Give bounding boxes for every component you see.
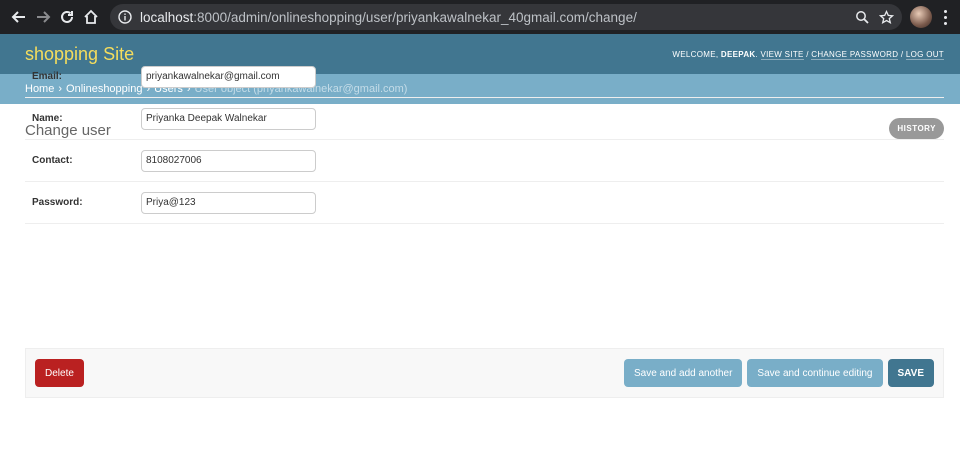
reload-icon[interactable] xyxy=(56,6,78,28)
save-button[interactable]: SAVE xyxy=(887,359,934,387)
info-icon[interactable] xyxy=(118,10,132,24)
form-row-contact: Contact: 8108027006 xyxy=(25,140,944,182)
password-field[interactable]: Priya@123 xyxy=(141,191,316,214)
profile-avatar[interactable] xyxy=(910,6,932,28)
contact-field[interactable]: 8108027006 xyxy=(141,149,316,172)
star-icon[interactable] xyxy=(879,9,894,25)
address-bar[interactable]: localhost:8000/admin/onlineshopping/user… xyxy=(110,4,902,30)
contact-label: Contact: xyxy=(32,155,73,166)
email-label: Email: xyxy=(32,71,63,82)
form-row-email: Email: priyankawalnekar@gmail.com xyxy=(25,56,944,98)
save-and-add-another-button[interactable]: Save and add another xyxy=(623,359,743,387)
form-row-password: Password: Priya@123 xyxy=(25,182,944,224)
form-row-name: Name: Priyanka Deepak Walnekar xyxy=(25,98,944,140)
name-field[interactable]: Priyanka Deepak Walnekar xyxy=(141,107,316,130)
url-path: :8000/admin/onlineshopping/user/priyanka… xyxy=(193,9,637,25)
url-host: localhost xyxy=(140,9,194,25)
forward-icon[interactable] xyxy=(32,6,54,28)
email-field[interactable]: priyankawalnekar@gmail.com xyxy=(141,65,316,88)
save-buttons: Save and add another Save and continue e… xyxy=(623,359,934,387)
password-label: Password: xyxy=(32,197,83,208)
menu-icon[interactable] xyxy=(938,6,952,28)
delete-button[interactable]: Delete xyxy=(35,359,84,387)
back-icon[interactable] xyxy=(8,6,30,28)
url-text[interactable]: localhost:8000/admin/onlineshopping/user… xyxy=(140,10,855,25)
change-form: Email: priyankawalnekar@gmail.com Name: … xyxy=(25,56,944,224)
browser-toolbar: localhost:8000/admin/onlineshopping/user… xyxy=(0,0,960,34)
zoom-icon[interactable] xyxy=(855,10,869,24)
name-label: Name: xyxy=(32,113,63,124)
save-and-continue-button[interactable]: Save and continue editing xyxy=(747,359,883,387)
submit-row: Delete Save and add another Save and con… xyxy=(25,348,944,398)
home-icon[interactable] xyxy=(80,6,102,28)
